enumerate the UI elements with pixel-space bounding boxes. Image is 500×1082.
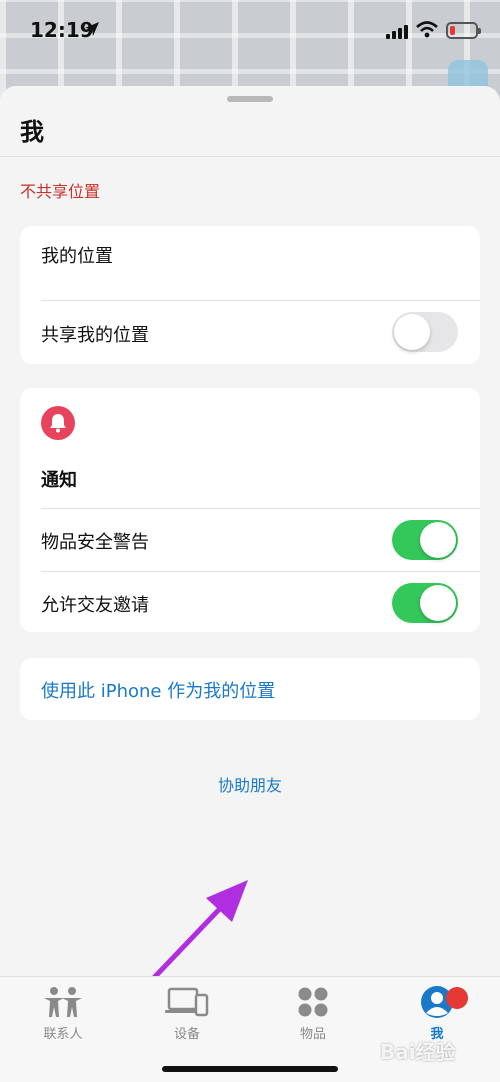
notifications-card: 通知 物品安全警告 允许交友邀请 — [20, 388, 480, 632]
cellular-signal-icon — [386, 24, 408, 43]
friend-invite-toggle[interactable] — [392, 583, 458, 623]
status-bar: 12:19 — [0, 0, 500, 62]
tab-me[interactable]: 我 — [382, 985, 492, 1042]
wifi-icon — [416, 21, 438, 42]
item-safety-alert-toggle[interactable] — [392, 520, 458, 560]
sheet-grabber[interactable] — [227, 96, 273, 102]
tab-label: 设备 — [173, 1027, 200, 1042]
notifications-title: 通知 — [41, 470, 77, 491]
not-sharing-label: 不共享位置 — [20, 182, 101, 201]
annotation-arrow-icon — [145, 880, 248, 987]
row-divider — [41, 571, 480, 572]
row-divider — [41, 508, 480, 509]
person-circle-icon — [382, 985, 492, 1019]
tab-label: 物品 — [299, 1027, 326, 1042]
share-location-label: 共享我的位置 — [41, 325, 149, 346]
tab-label: 联系人 — [43, 1027, 83, 1042]
row-divider — [41, 300, 480, 301]
battery-icon — [446, 22, 481, 39]
bell-icon — [41, 406, 75, 440]
my-location-label: 我的位置 — [41, 246, 113, 267]
divider — [0, 156, 500, 157]
location-arrow-icon — [84, 21, 100, 41]
tab-people[interactable]: 联系人 — [8, 985, 118, 1042]
use-iphone-card[interactable]: 使用此 iPhone 作为我的位置 — [20, 658, 480, 720]
location-card: 我的位置 共享我的位置 — [20, 226, 480, 364]
tab-items[interactable]: 物品 — [258, 985, 368, 1042]
page-title: 我 — [20, 118, 44, 146]
watermark: Bai经验 — [380, 1040, 456, 1064]
item-safety-alert-label: 物品安全警告 — [41, 532, 149, 553]
people-icon — [8, 985, 118, 1019]
help-friend-link[interactable]: 协助朋友 — [0, 772, 500, 796]
friend-invite-label: 允许交友邀请 — [41, 595, 149, 616]
tab-devices[interactable]: 设备 — [132, 985, 242, 1042]
use-iphone-location-link[interactable]: 使用此 iPhone 作为我的位置 — [41, 677, 275, 703]
items-grid-icon — [258, 985, 368, 1019]
share-location-toggle[interactable] — [392, 312, 458, 352]
me-sheet: 我 不共享位置 我的位置 共享我的位置 通知 物品安全警告 允许交友邀请 使用此… — [0, 86, 500, 1082]
home-indicator[interactable] — [162, 1066, 338, 1072]
notification-badge — [446, 987, 468, 1009]
devices-icon — [132, 985, 242, 1019]
